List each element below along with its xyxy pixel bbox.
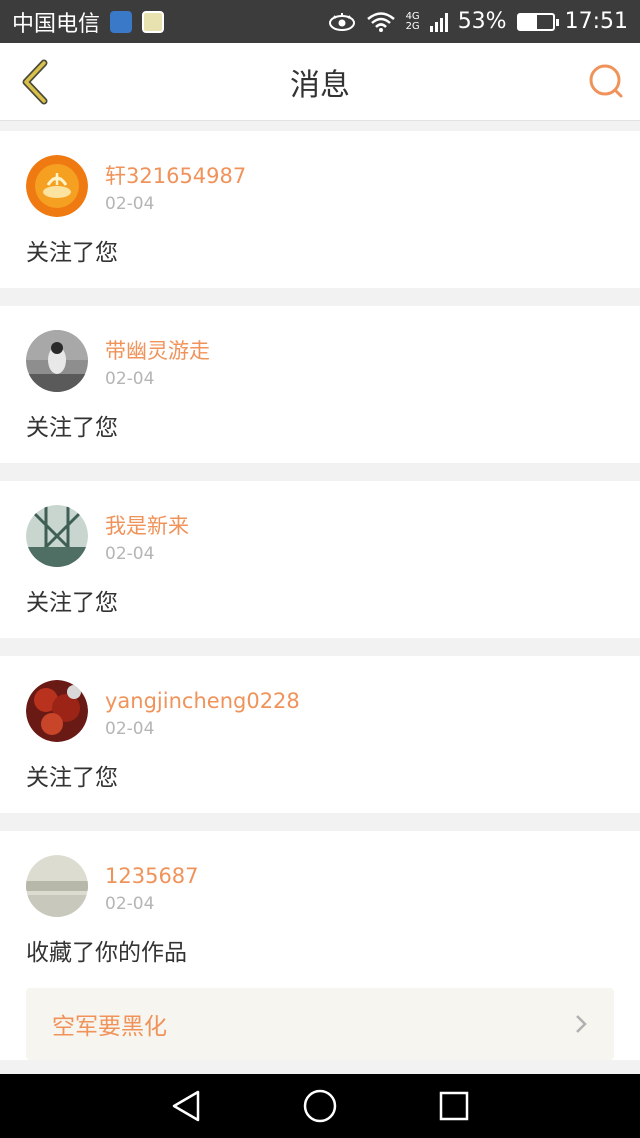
message-action: 关注了您: [26, 240, 118, 266]
back-chevron-icon[interactable]: [14, 57, 58, 107]
app-icon-blue: [110, 10, 133, 33]
avatar[interactable]: [26, 330, 88, 392]
message-date: 02-04: [105, 544, 155, 564]
status-bar: 中国电信 4G 2G 53% 17:51: [0, 0, 640, 43]
system-nav-bar: [0, 1074, 640, 1138]
username[interactable]: 轩321654987: [105, 163, 246, 189]
message-date: 02-04: [105, 719, 155, 739]
work-title[interactable]: 空军要黑化: [52, 1007, 167, 1041]
wifi-icon: [366, 11, 395, 32]
page-title: 消息: [290, 67, 350, 103]
message-action: 关注了您: [26, 415, 118, 441]
chevron-right-icon: [576, 1015, 587, 1033]
battery-icon: [516, 12, 559, 31]
message-action: 收藏了你的作品: [26, 940, 187, 966]
message-action: 关注了您: [26, 765, 118, 791]
search-icon[interactable]: [586, 61, 626, 101]
clock: 17:51: [564, 9, 628, 34]
message-date: 02-04: [105, 369, 155, 389]
message-item[interactable]: 轩321654987 02-04 关注了您: [0, 131, 640, 288]
message-action: 关注了您: [26, 590, 118, 616]
avatar[interactable]: [26, 505, 88, 567]
message-item[interactable]: 1235687 02-04 收藏了你的作品 空军要黑化: [0, 831, 640, 1060]
recents-square-icon[interactable]: [438, 1090, 470, 1122]
username[interactable]: 我是新来: [105, 513, 189, 539]
signal-icon: [429, 12, 448, 32]
username[interactable]: 1235687: [105, 863, 199, 889]
network-type: 4G 2G: [405, 10, 420, 32]
app-header: 消息: [0, 43, 640, 121]
battery-percent: 53%: [457, 9, 507, 34]
avatar[interactable]: [26, 680, 88, 742]
message-item[interactable]: 我是新来 02-04 关注了您: [0, 481, 640, 638]
message-date: 02-04: [105, 894, 155, 914]
eye-icon: [328, 12, 355, 31]
back-triangle-icon[interactable]: [170, 1089, 202, 1123]
battery-level: [518, 14, 537, 29]
message-item[interactable]: 带幽灵游走 02-04 关注了您: [0, 306, 640, 463]
message-item[interactable]: yangjincheng0228 02-04 关注了您: [0, 656, 640, 813]
avatar[interactable]: [26, 155, 88, 217]
username[interactable]: 带幽灵游走: [105, 338, 210, 364]
username[interactable]: yangjincheng0228: [105, 688, 300, 714]
carrier-label: 中国电信: [12, 11, 101, 37]
message-date: 02-04: [105, 194, 155, 214]
avatar[interactable]: [26, 855, 88, 917]
message-list: 轩321654987 02-04 关注了您 带幽灵游走 02-04 关注了您 我…: [0, 131, 640, 1060]
home-circle-icon[interactable]: [302, 1088, 338, 1124]
work-link[interactable]: 空军要黑化: [26, 988, 614, 1060]
wechat-icon: [142, 10, 165, 33]
